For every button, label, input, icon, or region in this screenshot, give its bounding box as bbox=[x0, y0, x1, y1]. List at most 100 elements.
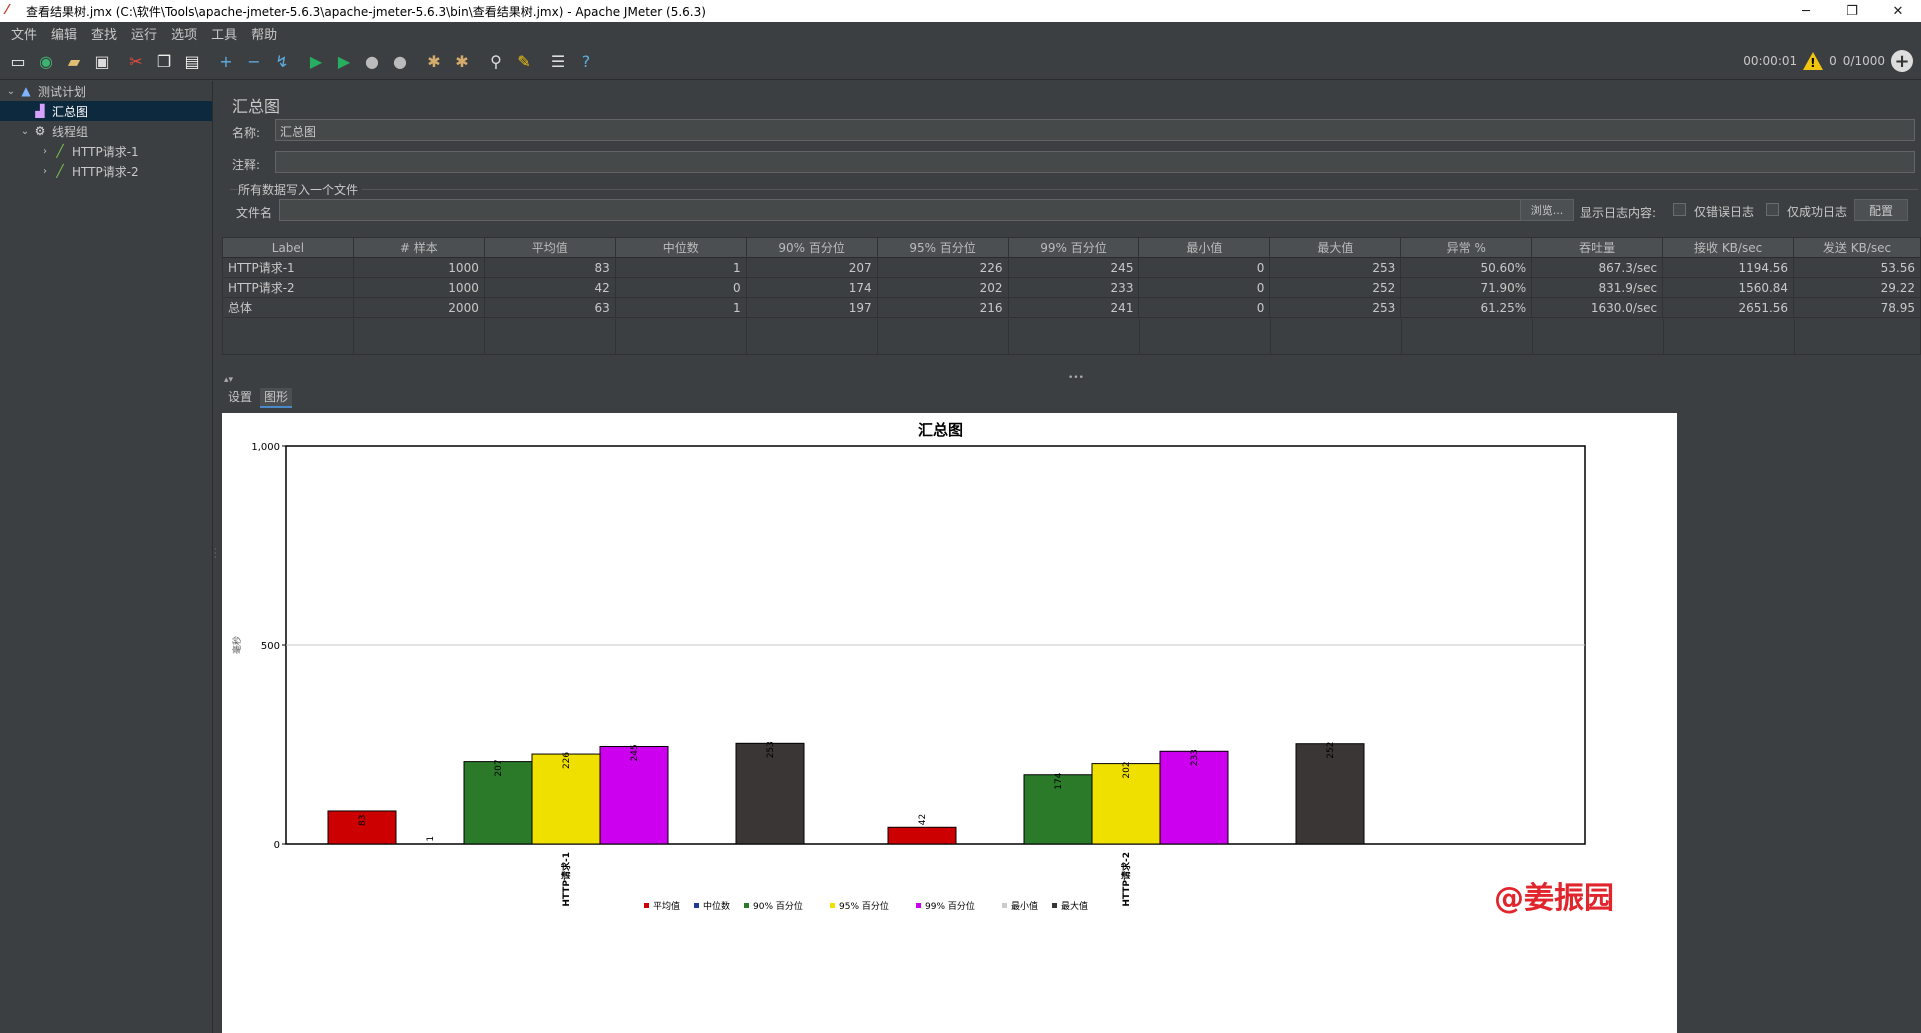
errors-only-checkbox[interactable] bbox=[1673, 203, 1686, 216]
menu-tools[interactable]: 工具 bbox=[204, 24, 244, 43]
save-icon[interactable]: ▣ bbox=[90, 50, 114, 74]
chevron-right-icon[interactable]: › bbox=[38, 166, 52, 177]
collapse-icon[interactable]: − bbox=[242, 50, 266, 74]
new-icon[interactable]: ▭ bbox=[6, 50, 30, 74]
stop-icon[interactable]: ● bbox=[360, 50, 384, 74]
chevron-right-icon[interactable]: › bbox=[38, 146, 52, 157]
clear-icon[interactable]: ✱ bbox=[422, 50, 446, 74]
http-sampler-icon: ╱ bbox=[56, 164, 64, 178]
table-cell: 1 bbox=[616, 258, 747, 277]
table-cell: 0 bbox=[1139, 298, 1271, 317]
add-remote-icon[interactable]: + bbox=[1891, 50, 1913, 72]
table-cell: 总体 bbox=[223, 298, 354, 317]
table-cell: HTTP请求-1 bbox=[223, 258, 354, 277]
table-cell: 197 bbox=[747, 298, 878, 317]
menu-search[interactable]: 查找 bbox=[84, 24, 124, 43]
jmeter-feather-icon: ⁄ bbox=[6, 3, 9, 18]
y-tick-label: 1,000 bbox=[251, 442, 280, 453]
column-header[interactable]: 95% 百分位 bbox=[878, 238, 1009, 257]
page-title: 汇总图 bbox=[232, 97, 281, 116]
success-only-checkbox[interactable] bbox=[1766, 203, 1779, 216]
split-arrows-icon[interactable]: ▴▾ bbox=[224, 375, 233, 385]
tree-item-http-request-2[interactable]: › ╱ HTTP请求-2 bbox=[0, 161, 212, 181]
toggle-icon[interactable]: ↯ bbox=[270, 50, 294, 74]
paste-icon[interactable]: ▤ bbox=[180, 50, 204, 74]
tab-settings[interactable]: 设置 bbox=[224, 388, 256, 408]
name-field[interactable]: 汇总图 bbox=[275, 119, 1915, 141]
column-header[interactable]: 最大值 bbox=[1270, 238, 1402, 257]
table-row[interactable]: HTTP请求-1 1000 83 1 207 226 245 0 253 50.… bbox=[223, 258, 1920, 278]
table-cell: 0 bbox=[616, 278, 747, 297]
column-header[interactable]: 90% 百分位 bbox=[747, 238, 878, 257]
toolbar-status: 00:00:01 ! 0 0/1000 + bbox=[1743, 50, 1913, 72]
reset-search-icon[interactable]: ✎ bbox=[512, 50, 536, 74]
tree-item-thread-group[interactable]: ⌄ ⚙ 线程组 bbox=[0, 121, 212, 141]
legend-label: 最大值 bbox=[1061, 900, 1088, 912]
column-header[interactable]: 发送 KB/sec bbox=[1794, 238, 1920, 257]
help-icon[interactable]: ? bbox=[574, 50, 598, 74]
expand-icon[interactable]: + bbox=[214, 50, 238, 74]
column-header[interactable]: 吞吐量 bbox=[1532, 238, 1664, 257]
tab-graph[interactable]: 图形 bbox=[260, 388, 293, 408]
menu-file[interactable]: 文件 bbox=[4, 24, 44, 43]
bar-value-label: 253 bbox=[766, 741, 776, 758]
menu-run[interactable]: 运行 bbox=[124, 24, 164, 43]
legend-swatch bbox=[694, 903, 699, 908]
table-row[interactable]: 总体 2000 63 1 197 216 241 0 253 61.25% 16… bbox=[223, 298, 1920, 318]
split-divider[interactable]: ▴▾ ••• bbox=[222, 373, 1921, 385]
table-cell: 1630.0/sec bbox=[1532, 298, 1664, 317]
legend-swatch bbox=[830, 903, 835, 908]
start-icon[interactable]: ▶ bbox=[304, 50, 328, 74]
column-header[interactable]: 最小值 bbox=[1139, 238, 1271, 257]
legend-swatch bbox=[644, 903, 649, 908]
warning-icon[interactable]: ! bbox=[1803, 52, 1824, 70]
search-icon[interactable]: ⚲ bbox=[484, 50, 508, 74]
open-icon[interactable]: ▰ bbox=[62, 50, 86, 74]
cut-icon[interactable]: ✂ bbox=[124, 50, 148, 74]
table-cell: 252 bbox=[1270, 278, 1402, 297]
column-header[interactable]: 接收 KB/sec bbox=[1663, 238, 1795, 257]
column-header[interactable]: 异常 % bbox=[1401, 238, 1533, 257]
column-header[interactable]: Label bbox=[223, 238, 354, 257]
tree-item-http-request-1[interactable]: › ╱ HTTP请求-1 bbox=[0, 141, 212, 161]
maximize-button[interactable]: ❐ bbox=[1829, 0, 1875, 22]
legend-swatch bbox=[744, 903, 749, 908]
minimize-button[interactable]: ─ bbox=[1783, 0, 1829, 22]
active-threads: 0/1000 bbox=[1842, 54, 1885, 68]
window-title-bar: ⁄ 查看结果树.jmx (C:\软件\Tools\apache-jmeter-5… bbox=[0, 0, 1921, 22]
chevron-down-icon[interactable]: ⌄ bbox=[4, 86, 18, 97]
function-helper-icon[interactable]: ☰ bbox=[546, 50, 570, 74]
start-no-pause-icon[interactable]: ▶ bbox=[332, 50, 356, 74]
close-button[interactable]: ✕ bbox=[1875, 0, 1921, 22]
tree-item-test-plan[interactable]: ⌄ ▲ 测试计划 bbox=[0, 81, 212, 101]
shutdown-icon[interactable]: ● bbox=[388, 50, 412, 74]
configure-button[interactable]: 配置 bbox=[1854, 199, 1908, 221]
column-header[interactable]: 平均值 bbox=[485, 238, 616, 257]
bar-value-label: 83 bbox=[358, 815, 368, 826]
comment-field[interactable] bbox=[275, 151, 1915, 173]
table-cell: 1000 bbox=[354, 258, 485, 277]
clear-all-icon[interactable]: ✱ bbox=[450, 50, 474, 74]
menu-edit[interactable]: 编辑 bbox=[44, 24, 84, 43]
tree-item-aggregate-graph[interactable]: ▟ 汇总图 bbox=[0, 101, 212, 121]
menu-help[interactable]: 帮助 bbox=[244, 24, 284, 43]
success-only-label: 仅成功日志 bbox=[1787, 205, 1848, 219]
table-cell: 2651.56 bbox=[1663, 298, 1795, 317]
tree-item-label: HTTP请求-2 bbox=[72, 164, 139, 179]
chevron-down-icon[interactable]: ⌄ bbox=[18, 126, 32, 137]
table-row[interactable]: HTTP请求-2 1000 42 0 174 202 233 0 252 71.… bbox=[223, 278, 1920, 298]
copy-icon[interactable]: ❐ bbox=[152, 50, 176, 74]
filename-field[interactable] bbox=[279, 199, 1530, 221]
column-header[interactable]: 99% 百分位 bbox=[1009, 238, 1140, 257]
legend-label: 95% 百分位 bbox=[839, 900, 889, 912]
browse-button[interactable]: 浏览... bbox=[1520, 199, 1574, 221]
table-cell: 1000 bbox=[354, 278, 485, 297]
column-header[interactable]: 中位数 bbox=[616, 238, 747, 257]
splitter-handle[interactable]: · · · bbox=[214, 546, 218, 562]
menu-options[interactable]: 选项 bbox=[164, 24, 204, 43]
drag-handle-icon[interactable]: ••• bbox=[1068, 373, 1084, 383]
column-header[interactable]: # 样本 bbox=[354, 238, 485, 257]
table-cell: 233 bbox=[1009, 278, 1140, 297]
bar-value-label: 207 bbox=[494, 759, 504, 776]
templates-icon[interactable]: ◉ bbox=[34, 50, 58, 74]
